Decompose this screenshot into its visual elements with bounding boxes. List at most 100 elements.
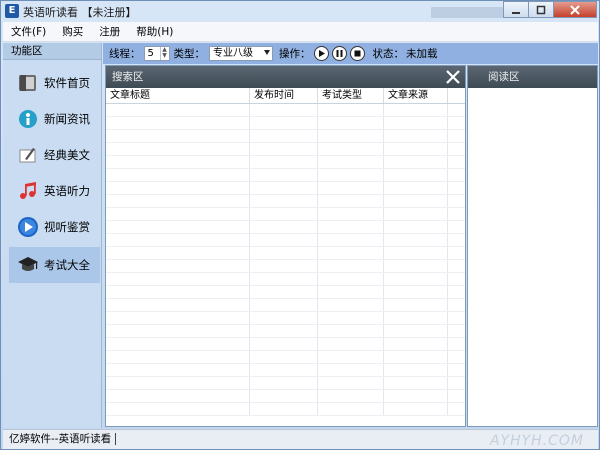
table-row[interactable] xyxy=(106,390,465,403)
nav-item-listening[interactable]: 英语听力 xyxy=(9,173,100,209)
table-cell xyxy=(106,182,250,194)
table-cell xyxy=(250,143,318,155)
table-cell xyxy=(384,143,448,155)
table-cell xyxy=(384,195,448,207)
play-button[interactable] xyxy=(313,46,329,61)
status-bar-separator xyxy=(115,433,117,445)
nav-item-classic[interactable]: 经典美文 xyxy=(9,137,100,173)
threads-label: 线程： xyxy=(109,48,141,60)
column-title[interactable]: 文章标题 xyxy=(106,88,250,103)
table-cell xyxy=(318,260,384,272)
title-bar-ghost xyxy=(431,7,503,18)
table-row[interactable] xyxy=(106,247,465,260)
reading-panel-title: 阅读区 xyxy=(468,66,597,88)
table-cell xyxy=(384,117,448,129)
table-cell xyxy=(318,104,384,116)
nav-item-av[interactable]: 视听鉴赏 xyxy=(9,209,100,245)
function-panel: 功能区 软件首页 新闻资讯 经典美文 英语听力 视听鉴赏 考试大全 xyxy=(3,43,102,428)
table-cell xyxy=(384,325,448,337)
table-cell xyxy=(384,390,448,402)
table-cell xyxy=(250,403,318,415)
nav-item-home[interactable]: 软件首页 xyxy=(9,65,100,101)
maximize-button[interactable] xyxy=(528,1,554,18)
table-row[interactable] xyxy=(106,351,465,364)
table-cell xyxy=(250,169,318,181)
table-cell xyxy=(250,247,318,259)
table-cell xyxy=(318,364,384,376)
table-cell xyxy=(106,117,250,129)
nav-label-exam: 考试大全 xyxy=(44,258,90,272)
table-row[interactable] xyxy=(106,130,465,143)
table-cell xyxy=(318,182,384,194)
close-button[interactable] xyxy=(553,1,597,18)
status-bar-text: 亿婷软件--英语听读看 xyxy=(9,433,112,445)
nav-item-news[interactable]: 新闻资讯 xyxy=(9,101,100,137)
results-table-header: 文章标题 发布时间 考试类型 文章来源 xyxy=(106,88,465,104)
stop-button[interactable] xyxy=(349,46,365,61)
table-cell xyxy=(384,182,448,194)
table-cell xyxy=(106,299,250,311)
table-row[interactable] xyxy=(106,312,465,325)
table-cell xyxy=(384,403,448,415)
table-row[interactable] xyxy=(106,234,465,247)
table-cell xyxy=(250,325,318,337)
column-source[interactable]: 文章来源 xyxy=(384,88,448,103)
table-cell xyxy=(384,299,448,311)
menu-buy[interactable]: 购买 xyxy=(62,24,83,39)
table-row[interactable] xyxy=(106,299,465,312)
table-cell xyxy=(106,312,250,324)
column-exam-type[interactable]: 考试类型 xyxy=(318,88,384,103)
table-cell xyxy=(250,195,318,207)
table-row[interactable] xyxy=(106,338,465,351)
table-cell xyxy=(318,208,384,220)
nav-label-av: 视听鉴赏 xyxy=(44,220,90,234)
table-cell xyxy=(384,312,448,324)
table-row[interactable] xyxy=(106,273,465,286)
table-cell xyxy=(384,234,448,246)
column-date[interactable]: 发布时间 xyxy=(250,88,318,103)
minimize-button[interactable] xyxy=(503,1,529,18)
table-row[interactable] xyxy=(106,325,465,338)
type-select[interactable]: 专业八级 xyxy=(209,46,273,61)
table-row[interactable] xyxy=(106,156,465,169)
maximize-icon xyxy=(536,5,546,14)
stepper-arrows-icon[interactable]: ▲ ▼ xyxy=(159,47,169,60)
table-row[interactable] xyxy=(106,377,465,390)
close-panel-icon[interactable] xyxy=(444,68,462,86)
pause-icon xyxy=(336,50,342,57)
table-cell xyxy=(384,130,448,142)
table-cell xyxy=(106,234,250,246)
table-cell xyxy=(318,117,384,129)
table-cell xyxy=(250,299,318,311)
table-row[interactable] xyxy=(106,286,465,299)
table-cell xyxy=(318,390,384,402)
table-row[interactable] xyxy=(106,104,465,117)
table-row[interactable] xyxy=(106,182,465,195)
table-row[interactable] xyxy=(106,143,465,156)
table-cell xyxy=(384,104,448,116)
table-row[interactable] xyxy=(106,169,465,182)
table-row[interactable] xyxy=(106,403,465,416)
table-row[interactable] xyxy=(106,364,465,377)
table-row[interactable] xyxy=(106,221,465,234)
table-row[interactable] xyxy=(106,117,465,130)
table-cell xyxy=(250,221,318,233)
table-cell xyxy=(250,364,318,376)
nav-item-exam[interactable]: 考试大全 xyxy=(9,247,100,283)
results-table-body xyxy=(106,104,465,426)
table-row[interactable] xyxy=(106,208,465,221)
table-cell xyxy=(106,338,250,350)
pause-button[interactable] xyxy=(331,46,347,61)
menu-file[interactable]: 文件(F) xyxy=(11,24,46,39)
table-row[interactable] xyxy=(106,260,465,273)
nav-label-news: 新闻资讯 xyxy=(44,112,90,126)
menu-register[interactable]: 注册 xyxy=(99,24,120,39)
threads-stepper[interactable]: 5 ▲ ▼ xyxy=(143,46,170,61)
table-cell xyxy=(106,130,250,142)
table-cell xyxy=(384,377,448,389)
play-icon xyxy=(17,216,39,238)
table-row[interactable] xyxy=(106,195,465,208)
close-icon xyxy=(570,4,580,15)
table-cell xyxy=(106,403,250,415)
menu-help[interactable]: 帮助(H) xyxy=(136,24,173,39)
